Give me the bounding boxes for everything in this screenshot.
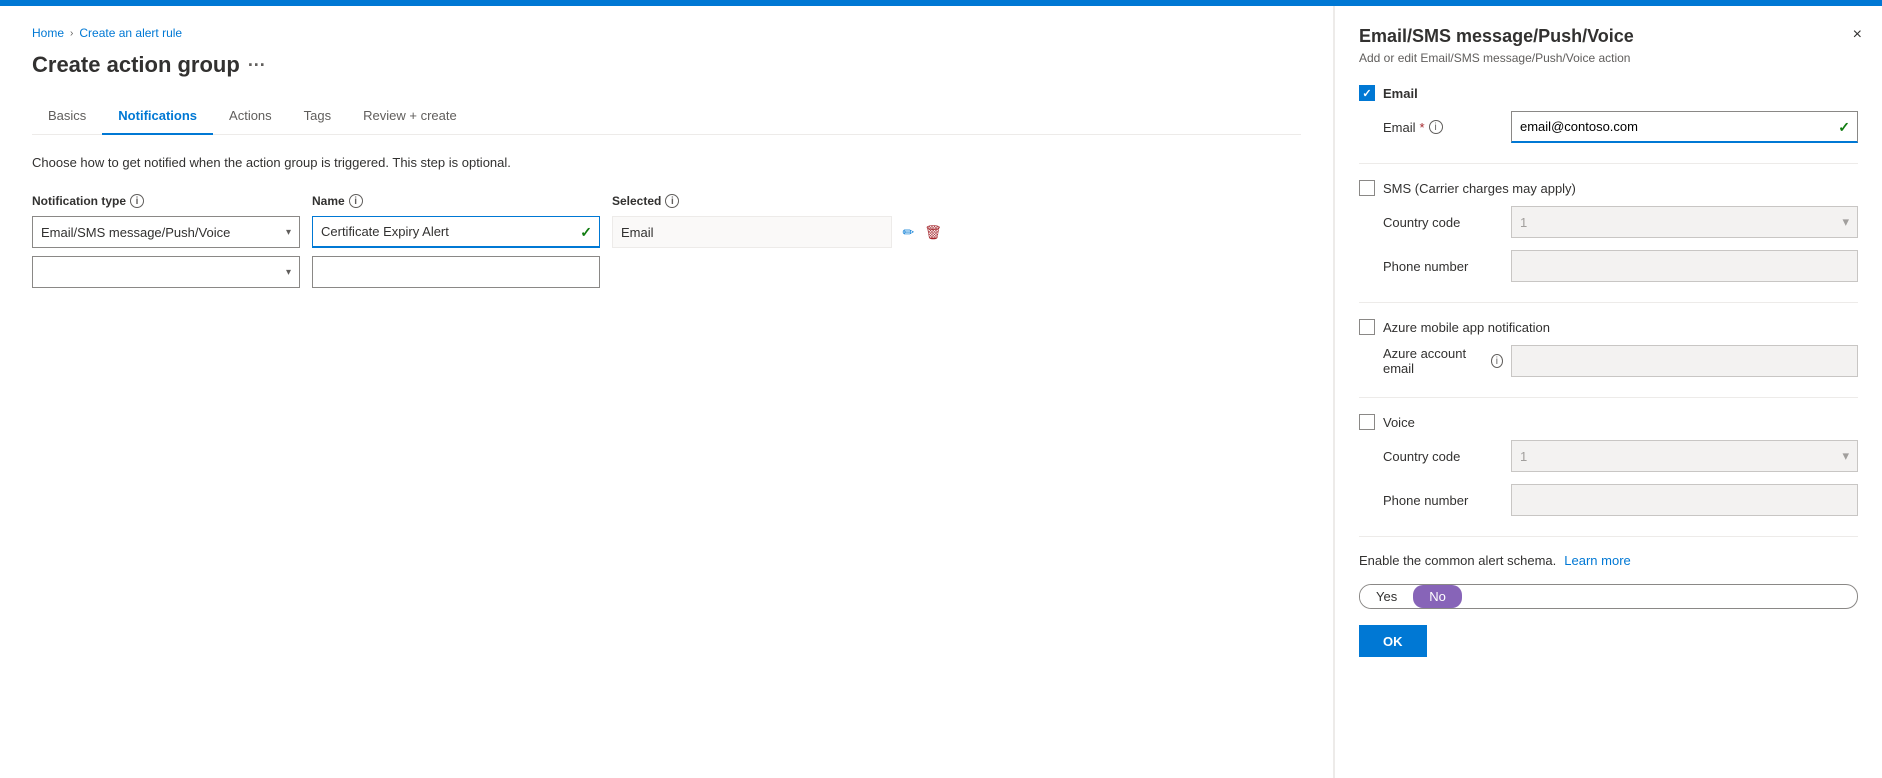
tab-tags[interactable]: Tags (288, 98, 347, 135)
azure-account-email-label: Azure account email i (1383, 346, 1503, 376)
page-title: Create action group (32, 52, 240, 78)
breadcrumb-alert-rule[interactable]: Create an alert rule (79, 26, 182, 40)
schema-no-button[interactable]: No (1413, 585, 1462, 608)
tab-review-create[interactable]: Review + create (347, 98, 473, 135)
sms-section: SMS (Carrier charges may apply) Country … (1359, 180, 1858, 282)
ok-button[interactable]: OK (1359, 625, 1427, 657)
notification-type-dropdown-2[interactable]: ▾ (32, 256, 300, 288)
col-header-type: Notification type (32, 194, 126, 208)
notification-type-dropdown[interactable]: Email/SMS message/Push/Voice ▾ (32, 216, 300, 248)
voice-phone-label: Phone number (1383, 493, 1503, 508)
azure-mobile-label: Azure mobile app notification (1383, 320, 1550, 335)
voice-country-code-arrow: ▾ (1842, 448, 1849, 464)
schema-yes-button[interactable]: Yes (1360, 585, 1413, 608)
panel-title: Email/SMS message/Push/Voice (1359, 26, 1858, 47)
notification-name-input-2[interactable] (312, 256, 600, 288)
email-field-label: Email * i (1383, 120, 1503, 135)
breadcrumb-home[interactable]: Home (32, 26, 64, 40)
name-input-check: ✓ (580, 224, 592, 241)
schema-section: Enable the common alert schema. Learn mo… (1359, 553, 1858, 568)
schema-toggle-group: Yes No (1359, 584, 1858, 609)
tab-basics[interactable]: Basics (32, 98, 102, 135)
notification-name-input[interactable] (312, 216, 600, 248)
col-header-selected: Selected (612, 194, 661, 208)
voice-label: Voice (1383, 415, 1415, 430)
notification-type-info-icon[interactable]: i (130, 194, 144, 208)
delete-icon[interactable]: 🗑 (922, 222, 944, 243)
col-header-name: Name (312, 194, 345, 208)
sms-country-code-label: Country code (1383, 215, 1503, 230)
voice-phone-input (1511, 484, 1858, 516)
left-panel: Home › Create an alert rule Create actio… (0, 6, 1334, 778)
azure-mobile-section: Azure mobile app notification Azure acco… (1359, 319, 1858, 377)
voice-section: Voice Country code 1 ▾ Phone number (1359, 414, 1858, 516)
email-label: Email (1383, 86, 1418, 101)
breadcrumb-sep1: › (70, 28, 73, 39)
sms-phone-input (1511, 250, 1858, 282)
tab-notifications[interactable]: Notifications (102, 98, 213, 135)
schema-label: Enable the common alert schema. (1359, 553, 1556, 568)
sms-checkbox[interactable] (1359, 180, 1375, 196)
notification-type-value: Email/SMS message/Push/Voice (41, 225, 230, 240)
azure-account-info-icon[interactable]: i (1491, 354, 1503, 368)
azure-account-email-input (1511, 345, 1858, 377)
email-section: Email Email * i ✓ (1359, 85, 1858, 143)
voice-country-code-label: Country code (1383, 449, 1503, 464)
email-checkbox[interactable] (1359, 85, 1375, 101)
notification-type-arrow: ▾ (286, 227, 291, 238)
email-required-star: * (1420, 120, 1425, 135)
table-row-1: Email/SMS message/Push/Voice ▾ ✓ Email ✏… (32, 216, 1301, 248)
sms-country-code-arrow: ▾ (1842, 214, 1849, 230)
table-header: Notification type i Name i Selected i (32, 194, 1301, 208)
tabs: Basics Notifications Actions Tags Review… (32, 98, 1301, 135)
table-row-2: ▾ (32, 256, 1301, 288)
email-input-check: ✓ (1838, 119, 1850, 136)
tab-actions[interactable]: Actions (213, 98, 288, 135)
selected-value: Email (612, 216, 892, 248)
sms-label: SMS (Carrier charges may apply) (1383, 181, 1576, 196)
voice-checkbox[interactable] (1359, 414, 1375, 430)
divider-1 (1359, 163, 1858, 164)
email-input[interactable] (1511, 111, 1858, 143)
notification-type-arrow-2: ▾ (286, 267, 291, 278)
close-button[interactable]: × (1849, 22, 1866, 48)
azure-mobile-checkbox[interactable] (1359, 319, 1375, 335)
voice-country-code-select: 1 ▾ (1511, 440, 1858, 472)
right-panel: × Email/SMS message/Push/Voice Add or ed… (1334, 6, 1882, 778)
page-title-dots[interactable]: ··· (248, 55, 266, 76)
divider-2 (1359, 302, 1858, 303)
name-info-icon[interactable]: i (349, 194, 363, 208)
sms-country-code-select: 1 ▾ (1511, 206, 1858, 238)
sms-phone-label: Phone number (1383, 259, 1503, 274)
edit-icon[interactable]: ✏ (900, 222, 916, 243)
breadcrumb: Home › Create an alert rule (32, 26, 1301, 40)
divider-3 (1359, 397, 1858, 398)
divider-4 (1359, 536, 1858, 537)
panel-subtitle: Add or edit Email/SMS message/Push/Voice… (1359, 51, 1858, 65)
email-info-icon[interactable]: i (1429, 120, 1443, 134)
selected-info-icon[interactable]: i (665, 194, 679, 208)
description: Choose how to get notified when the acti… (32, 155, 1301, 170)
learn-more-link[interactable]: Learn more (1564, 553, 1630, 568)
